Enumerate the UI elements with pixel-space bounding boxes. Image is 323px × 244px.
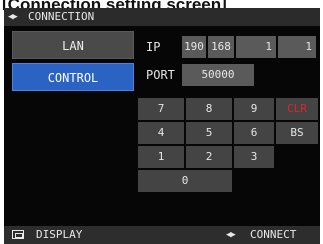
key-9[interactable]: 9 xyxy=(234,98,274,120)
key-5[interactable]: 5 xyxy=(186,122,232,144)
key-clear[interactable]: CLR xyxy=(276,98,318,120)
ip-octet-3[interactable]: 1 xyxy=(236,36,276,58)
key-7[interactable]: 7 xyxy=(138,98,184,120)
lan-button[interactable]: LAN xyxy=(12,31,134,59)
control-button[interactable]: CONTROL xyxy=(12,63,134,91)
key-1[interactable]: 1 xyxy=(138,146,184,168)
display-label: DISPLAY xyxy=(36,228,83,241)
device-screen: ◀▶ CONNECTION LAN CONTROL IP 190 168 1 1… xyxy=(4,8,320,244)
key-8[interactable]: 8 xyxy=(186,98,232,120)
port-label: PORT xyxy=(146,68,175,82)
display-button[interactable]: DISPLAY xyxy=(4,226,112,244)
key-6[interactable]: 6 xyxy=(234,122,274,144)
connection-icon: ◀▶ xyxy=(226,230,236,240)
monitor-icon xyxy=(12,230,24,239)
key-2[interactable]: 2 xyxy=(186,146,232,168)
connection-icon: ◀▶ xyxy=(8,12,18,22)
key-0[interactable]: 0 xyxy=(138,170,232,192)
footer-bar: DISPLAY ◀▶ CONNECT xyxy=(4,226,320,244)
ip-octet-1[interactable]: 190 xyxy=(182,36,206,58)
ip-octet-4[interactable]: 1 xyxy=(278,36,316,58)
connect-button[interactable]: ◀▶ CONNECT xyxy=(216,226,320,244)
title-bar: ◀▶ CONNECTION xyxy=(4,8,320,26)
port-field[interactable]: 50000 xyxy=(182,64,254,86)
key-backspace[interactable]: BS xyxy=(276,122,318,144)
ip-octet-2[interactable]: 168 xyxy=(208,36,234,58)
screen-title: CONNECTION xyxy=(28,10,95,23)
key-4[interactable]: 4 xyxy=(138,122,184,144)
connect-label: CONNECT xyxy=(250,228,297,241)
ip-label: IP xyxy=(146,40,161,54)
key-3[interactable]: 3 xyxy=(234,146,274,168)
